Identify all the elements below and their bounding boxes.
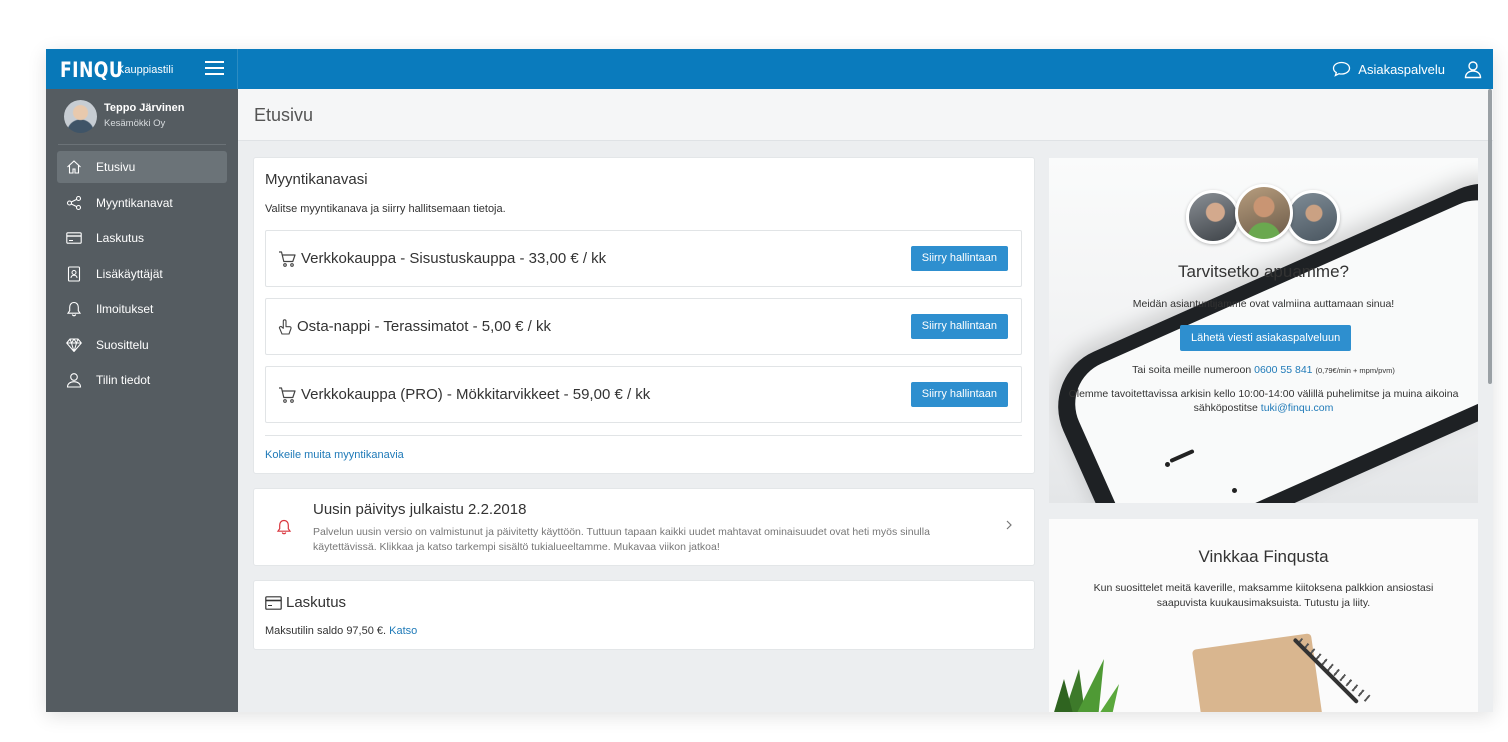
hamburger-menu-icon[interactable] bbox=[205, 60, 224, 76]
sidebar-item-label: Ilmoitukset bbox=[96, 302, 154, 316]
support-team-photo bbox=[1235, 184, 1293, 242]
divider bbox=[265, 435, 1022, 436]
chat-bubble-icon bbox=[1333, 61, 1351, 77]
help-panel: Tarvitsetko apuamme? Meidän asiantuntija… bbox=[1049, 158, 1478, 503]
billing-card: Laskutus Maksutilin saldo 97,50 €. Katso bbox=[254, 581, 1034, 649]
channel-label: Osta-nappi - Terassimatot - 5,00 € / kk bbox=[297, 318, 551, 335]
help-call-line: Tai soita meille numeroon 0600 55 841 (0… bbox=[1049, 364, 1478, 376]
sidebar: Teppo Järvinen Kesämökki Oy Etusivu Myyn… bbox=[46, 89, 238, 712]
phone-dot bbox=[1165, 462, 1170, 467]
help-hours: Olemme tavoitettavissa arkisin kello 10:… bbox=[1057, 387, 1470, 415]
sidebar-nav: Etusivu Myyntikanavat Laskutus Lisäkäytt… bbox=[57, 151, 227, 400]
phone-number-link[interactable]: 0600 55 841 bbox=[1254, 364, 1312, 376]
sidebar-item-suosittelu[interactable]: Suosittelu bbox=[57, 329, 227, 361]
share-icon bbox=[66, 195, 82, 210]
app-window: FINQU Kauppiastili Asiakaspalvelu Teppo … bbox=[46, 49, 1493, 712]
billing-title: Laskutus bbox=[286, 594, 347, 611]
phone-dot bbox=[1232, 488, 1237, 493]
bell-icon bbox=[66, 301, 82, 317]
referral-text: Kun suosittelet meitä kaverille, maksamm… bbox=[1093, 582, 1434, 609]
customer-service-label: Asiakaspalvelu bbox=[1358, 61, 1445, 77]
sidebar-item-label: Myyntikanavat bbox=[96, 195, 173, 210]
user-profile[interactable]: Teppo Järvinen Kesämökki Oy bbox=[46, 89, 238, 145]
sidebar-item-label: Suosittelu bbox=[96, 337, 149, 352]
update-card[interactable]: Uusin päivitys julkaistu 2.2.2018 Palvel… bbox=[254, 489, 1034, 565]
update-title: Uusin päivitys julkaistu 2.2.2018 bbox=[313, 501, 527, 518]
chevron-right-icon[interactable] bbox=[1004, 518, 1014, 532]
referral-title: Vinkkaa Finqusta bbox=[1198, 547, 1329, 566]
billing-balance-text: Maksutilin saldo 97,50 €. bbox=[265, 625, 387, 637]
bell-icon bbox=[276, 519, 292, 535]
user-badge-icon bbox=[67, 265, 81, 282]
channel-row[interactable]: Verkkokauppa - Sisustuskauppa - 33,00 € … bbox=[265, 230, 1022, 287]
channel-row[interactable]: Verkkokauppa (PRO) - Mökkitarvikkeet - 5… bbox=[265, 366, 1022, 423]
main-content: Etusivu Myyntikanavasi Valitse myyntikan… bbox=[238, 89, 1493, 712]
sidebar-item-myyntikanavat[interactable]: Myyntikanavat bbox=[57, 187, 227, 219]
sidebar-divider bbox=[58, 144, 226, 145]
sidebar-item-lisakayttajat[interactable]: Lisäkäyttäjät bbox=[57, 258, 227, 290]
page-title: Etusivu bbox=[254, 105, 314, 125]
credit-card-icon bbox=[66, 232, 82, 244]
sidebar-item-label: Lisäkäyttäjät bbox=[96, 266, 163, 281]
sidebar-item-tilin-tiedot[interactable]: Tilin tiedot bbox=[57, 364, 227, 396]
support-email-link[interactable]: tuki@finqu.com bbox=[1261, 402, 1334, 414]
sidebar-item-laskutus[interactable]: Laskutus bbox=[57, 222, 227, 254]
update-text: Palvelun uusin versio on valmistunut ja … bbox=[313, 526, 930, 553]
billing-view-link[interactable]: Katso bbox=[389, 625, 417, 637]
cart-icon bbox=[279, 251, 296, 267]
logo-subtitle: Kauppiastili bbox=[117, 64, 174, 76]
profile-name: Teppo Järvinen bbox=[104, 102, 185, 114]
pointer-hand-icon bbox=[278, 319, 292, 335]
billing-balance: Maksutilin saldo 97,50 €. Katso bbox=[265, 625, 417, 637]
call-prefix: Tai soita meille numeroon bbox=[1132, 364, 1252, 376]
sales-channels-heading: Myyntikanavasi bbox=[265, 171, 368, 188]
plant-illustration bbox=[1054, 659, 1119, 712]
page-header: Etusivu bbox=[238, 89, 1493, 141]
home-icon bbox=[67, 160, 81, 174]
manage-channel-button[interactable]: Siirry hallintaan bbox=[910, 382, 1008, 407]
send-message-button[interactable]: Lähetä viesti asiakaspalveluun bbox=[1180, 325, 1352, 351]
scrollbar[interactable] bbox=[1488, 89, 1492, 384]
finqu-logo[interactable]: FINQU bbox=[60, 58, 123, 82]
avatar bbox=[64, 100, 97, 133]
sales-channels-card: Myyntikanavasi Valitse myyntikanava ja s… bbox=[254, 158, 1034, 473]
referral-panel[interactable]: Vinkkaa Finqusta Kun suosittelet meitä k… bbox=[1049, 519, 1478, 712]
channel-row[interactable]: Osta-nappi - Terassimatot - 5,00 € / kk … bbox=[265, 298, 1022, 355]
diamond-icon bbox=[66, 338, 82, 352]
channel-label: Verkkokauppa - Sisustuskauppa - 33,00 € … bbox=[301, 250, 607, 267]
customer-service-link[interactable]: Asiakaspalvelu bbox=[1332, 61, 1445, 77]
credit-card-icon bbox=[265, 596, 282, 610]
sidebar-item-label: Etusivu bbox=[96, 160, 136, 174]
sidebar-item-ilmoitukset[interactable]: Ilmoitukset bbox=[57, 293, 227, 325]
help-lead: Meidän asiantuntijamme ovat valmiina aut… bbox=[1132, 298, 1395, 310]
brand-zone: FINQU Kauppiastili bbox=[46, 49, 238, 89]
sidebar-item-label: Laskutus bbox=[96, 231, 145, 245]
call-price: (0,79€/min + mpm/pvm) bbox=[1315, 366, 1395, 375]
channel-label: Verkkokauppa (PRO) - Mökkitarvikkeet - 5… bbox=[301, 386, 651, 403]
help-title: Tarvitsetko apuamme? bbox=[1177, 262, 1350, 281]
manage-channel-button[interactable]: Siirry hallintaan bbox=[910, 314, 1008, 339]
try-more-channels-link[interactable]: Kokeile muita myyntikanavia bbox=[265, 449, 404, 461]
sidebar-item-label: Tilin tiedot bbox=[96, 373, 151, 387]
profile-company: Kesämökki Oy bbox=[104, 118, 166, 129]
user-account-icon[interactable] bbox=[1463, 59, 1483, 79]
support-team-photo bbox=[1286, 190, 1340, 244]
support-team-photo bbox=[1186, 190, 1240, 244]
user-icon bbox=[66, 373, 82, 388]
sidebar-item-etusivu[interactable]: Etusivu bbox=[57, 151, 227, 183]
manage-channel-button[interactable]: Siirry hallintaan bbox=[910, 246, 1008, 271]
top-bar: FINQU Kauppiastili Asiakaspalvelu bbox=[46, 49, 1493, 89]
sales-channels-subtitle: Valitse myyntikanava ja siirry hallitsem… bbox=[265, 203, 506, 215]
cart-icon bbox=[279, 387, 296, 403]
